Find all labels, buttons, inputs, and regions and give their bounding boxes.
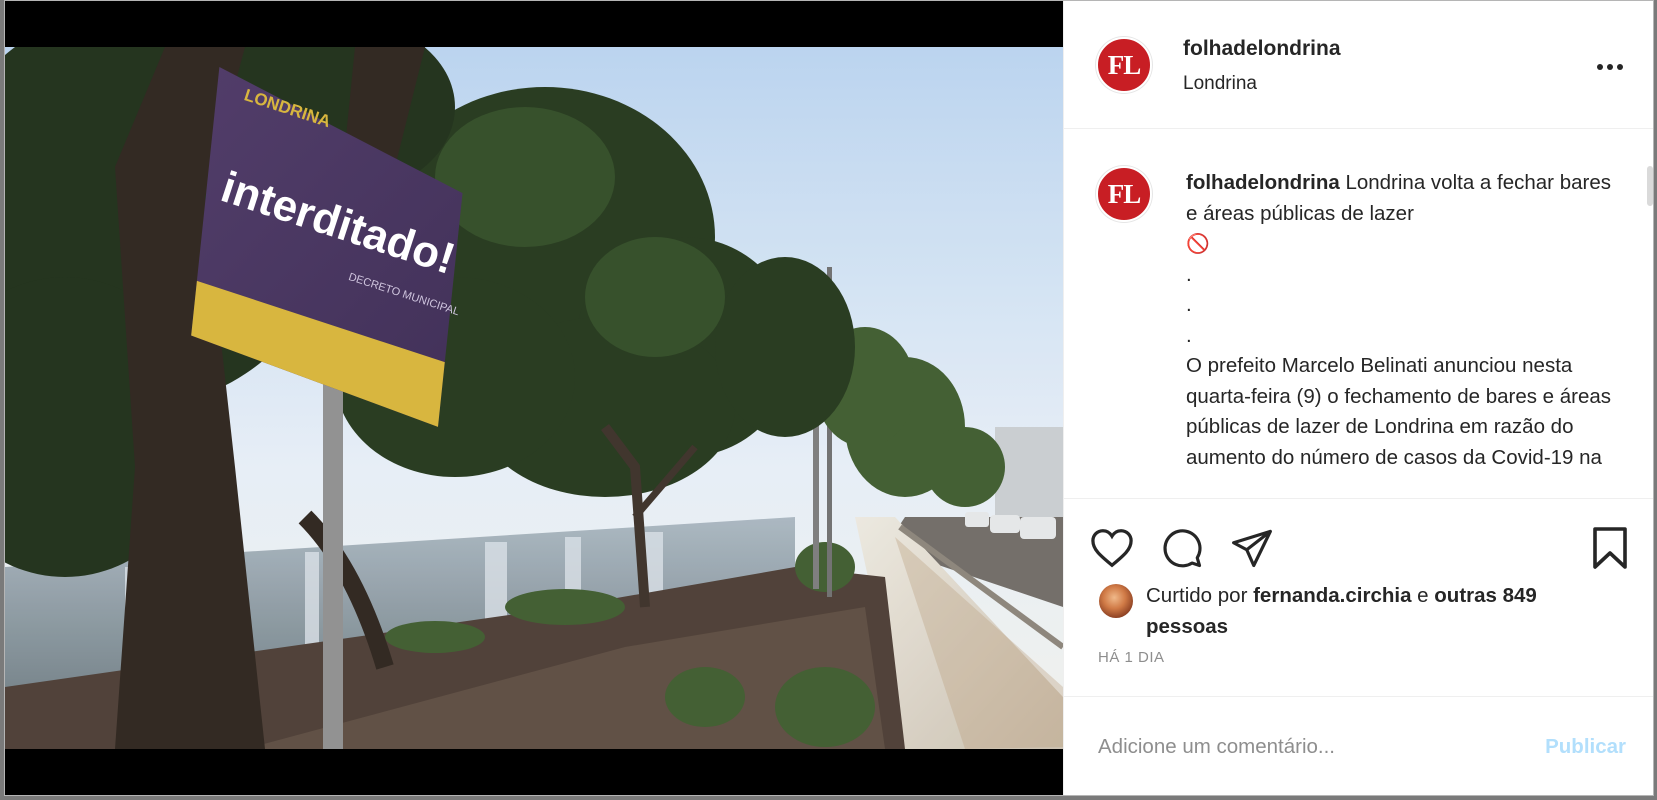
comment-bubble-icon (1163, 529, 1202, 568)
caption-area[interactable]: FL folhadelondrina Londrina volta a fech… (1064, 130, 1653, 497)
caption-author-avatar[interactable]: FL (1096, 166, 1152, 222)
comment-button[interactable] (1158, 524, 1206, 572)
post-header: FL folhadelondrina Londrina (1064, 1, 1653, 129)
caption-dot-3: . (1186, 323, 1192, 347)
post-photo[interactable]: LONDRINA interditado! DECRETO MUNICIPAL (5, 47, 1063, 749)
publish-button[interactable]: Publicar (1545, 735, 1626, 759)
author-avatar[interactable]: FL (1096, 37, 1152, 93)
liker-username[interactable]: fernanda.circhia (1253, 584, 1411, 607)
post-actions: Curtido por fernanda.circhia e outras 84… (1064, 498, 1653, 696)
likes-middle: e (1411, 584, 1435, 607)
more-options-button[interactable] (1592, 53, 1628, 81)
save-button[interactable] (1586, 524, 1634, 572)
like-button[interactable] (1088, 524, 1136, 572)
caption-text: folhadelondrina Londrina volta a fechar … (1186, 168, 1616, 473)
likes-summary: Curtido por fernanda.circhia e outras 84… (1146, 581, 1576, 642)
post-side-panel: FL folhadelondrina Londrina FL folhadelo… (1063, 1, 1653, 795)
bookmark-icon (1593, 527, 1627, 569)
caption-dot-1: . (1186, 262, 1192, 286)
ellipsis-icon (1597, 64, 1623, 70)
paper-plane-icon (1232, 529, 1272, 568)
post-media: LONDRINA interditado! DECRETO MUNICIPAL (5, 1, 1063, 795)
author-username[interactable]: folhadelondrina (1183, 37, 1341, 61)
liker-avatar[interactable] (1099, 584, 1133, 618)
likes-prefix: Curtido por (1146, 584, 1254, 607)
caption-scrollbar[interactable] (1647, 166, 1653, 206)
post-timestamp[interactable]: HÁ 1 DIA (1098, 649, 1165, 666)
caption-body: O prefeito Marcelo Belinati anunciou nes… (1186, 354, 1612, 469)
caption-username[interactable]: folhadelondrina (1186, 171, 1340, 194)
comment-bar: Publicar (1064, 696, 1653, 795)
caption-dot-2: . (1186, 293, 1192, 316)
share-button[interactable] (1228, 524, 1276, 572)
post-location[interactable]: Londrina (1183, 73, 1257, 95)
comment-input[interactable] (1098, 725, 1518, 769)
heart-icon (1091, 529, 1133, 568)
photo-illustration: LONDRINA interditado! DECRETO MUNICIPAL (5, 47, 1063, 749)
prohibited-icon: 🚫 (1186, 233, 1210, 255)
instagram-post-modal: LONDRINA interditado! DECRETO MUNICIPAL … (4, 0, 1654, 796)
